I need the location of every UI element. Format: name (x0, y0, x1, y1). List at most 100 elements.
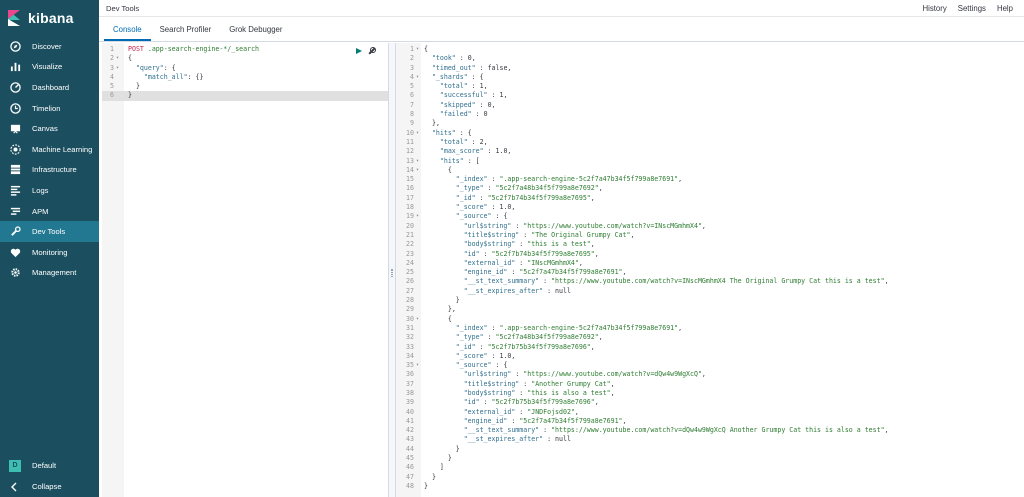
code-line[interactable]: 1 ▾ { (396, 45, 1024, 54)
code-line[interactable]: 40 "external_id" : "JNDFojsd02", (396, 408, 1024, 417)
code-line[interactable]: 6} (102, 91, 388, 101)
code-line[interactable]: 5 "total" : 1, (396, 82, 1024, 91)
code-line[interactable]: 25 "engine_id" : "5c2f7a47b34f5f799a8e76… (396, 268, 1024, 277)
code-line[interactable]: 23 "id" : "5c2f7b74b34f5f799a8e7695", (396, 250, 1024, 259)
code-line[interactable]: 7 "skipped" : 0, (396, 101, 1024, 110)
sidebar-item-machine-learning[interactable]: Machine Learning (0, 139, 99, 160)
fold-toggle-icon[interactable]: ▾ (416, 212, 419, 221)
sidebar-item-visualize[interactable]: Visualize (0, 57, 99, 78)
code-line[interactable]: 1 POST .app-search-engine-*/_search (102, 45, 388, 54)
sidebar-item-timelion[interactable]: Timelion (0, 98, 99, 119)
code-line[interactable]: 4 "match_all": {} (102, 73, 388, 82)
response-viewer[interactable]: 1 ▾{2 "took" : 0, 3 "timed_out" : false, 4 ▾… (396, 43, 1024, 497)
code-line[interactable]: 47 } (396, 473, 1024, 482)
sidebar-item-monitoring[interactable]: Monitoring (0, 242, 99, 263)
code-line[interactable]: 20 "url$string" : "https://www.youtube.c… (396, 222, 1024, 231)
code-line[interactable]: 11 "total" : 2, (396, 138, 1024, 147)
code-line[interactable]: 15 "_index" : ".app-search-engine-5c2f7a… (396, 175, 1024, 184)
code-line[interactable]: 12 "max_score" : 1.0, (396, 147, 1024, 156)
code-line[interactable]: 39 "id" : "5c2f7b75b34f5f799a8e7696", (396, 398, 1024, 407)
line-number: 6 (410, 91, 414, 100)
tab-console[interactable]: Console (104, 25, 151, 41)
fold-toggle-icon[interactable]: ▾ (416, 166, 419, 175)
dashboard-icon (9, 81, 21, 93)
request-editor[interactable]: 1 POST .app-search-engine-*/_search 2 ▾ {3 ▾ … (102, 43, 388, 497)
code-line[interactable]: 9 }, (396, 119, 1024, 128)
code-line[interactable]: 37 "title$string" : "Another Grumpy Cat"… (396, 380, 1024, 389)
tab-search-profiler[interactable]: Search Profiler (151, 25, 221, 41)
code-line[interactable]: 8 "failed" : 0 (396, 110, 1024, 119)
code-line[interactable]: 22 "body$string" : "this is a test", (396, 240, 1024, 249)
fold-toggle-icon[interactable]: ▾ (416, 361, 419, 370)
code-line[interactable]: 33 "_id" : "5c2f7b75b34f5f799a8e7696", (396, 343, 1024, 352)
code-line[interactable]: 3 ▾ "query": { (102, 64, 388, 73)
fold-toggle-icon[interactable]: ▾ (116, 64, 119, 73)
help-link[interactable]: Help (997, 4, 1013, 13)
sidebar-item-discover[interactable]: Discover (0, 36, 99, 57)
sidebar-item-apm[interactable]: APM (0, 201, 99, 222)
sidebar-item-canvas[interactable]: Canvas (0, 118, 99, 139)
code-line[interactable]: 14 ▾ { (396, 166, 1024, 175)
code-line[interactable]: 13 ▾ "hits" : [ (396, 157, 1024, 166)
code-line[interactable]: 4 ▾ "_shards" : { (396, 73, 1024, 82)
code-line[interactable]: 38 "body$string" : "this is also a test"… (396, 389, 1024, 398)
line-number: 44 (406, 444, 414, 453)
code-line[interactable]: 34 "_score" : 1.0, (396, 352, 1024, 361)
line-number: 28 (406, 296, 414, 305)
code-line[interactable]: 41 "engine_id" : "5c2f7a47b34f5f799a8e76… (396, 417, 1024, 426)
code-line[interactable]: 43 "__st_expires_after" : null (396, 435, 1024, 444)
sidebar-item-logs[interactable]: Logs (0, 180, 99, 201)
code-line[interactable]: 30 ▾ { (396, 315, 1024, 324)
code-line[interactable]: 35 ▾ "_source" : { (396, 361, 1024, 370)
code-line[interactable]: 48} (396, 482, 1024, 491)
code-line[interactable]: 6 "successful" : 1, (396, 91, 1024, 100)
tab-grok-debugger[interactable]: Grok Debugger (220, 25, 291, 41)
kibana-logo[interactable]: kibana (0, 0, 99, 36)
settings-link[interactable]: Settings (958, 4, 986, 13)
fold-toggle-icon[interactable]: ▾ (116, 54, 119, 63)
code-line[interactable]: 31 "_index" : ".app-search-engine-5c2f7a… (396, 324, 1024, 333)
wrench-icon[interactable] (368, 47, 376, 55)
code-line[interactable]: 44 } (396, 445, 1024, 454)
code-line[interactable]: 19 ▾ "_source" : { (396, 212, 1024, 221)
line-number: 36 (406, 370, 414, 379)
code-line[interactable]: 18 "_score" : 1.0, (396, 203, 1024, 212)
panel-resizer[interactable] (388, 43, 396, 497)
fold-toggle-icon[interactable]: ▾ (416, 129, 419, 138)
play-icon[interactable] (356, 48, 362, 54)
sidebar-item-management[interactable]: Management (0, 263, 99, 284)
code-line[interactable]: 17 "_id" : "5c2f7b74b34f5f799a8e7695", (396, 194, 1024, 203)
code-line[interactable]: 10 ▾ "hits" : { (396, 129, 1024, 138)
code-line[interactable]: 42 "__st_text_summary" : "https://www.yo… (396, 426, 1024, 435)
request-lines[interactable]: 1 POST .app-search-engine-*/_search 2 ▾ {3 ▾ … (102, 45, 388, 101)
collapse-button[interactable]: Collapse (0, 476, 99, 497)
sidebar-item-dev-tools[interactable]: Dev Tools (0, 221, 99, 242)
code-line[interactable]: 3 "timed_out" : false, (396, 64, 1024, 73)
code-line[interactable]: 5 } (102, 82, 388, 91)
sidebar-item-infrastructure[interactable]: Infrastructure (0, 160, 99, 181)
fold-toggle-icon[interactable]: ▾ (416, 157, 419, 166)
code-line[interactable]: 21 "title$string" : "The Original Grumpy… (396, 231, 1024, 240)
response-lines[interactable]: 1 ▾{2 "took" : 0, 3 "timed_out" : false, 4 ▾… (396, 45, 1024, 491)
code-line[interactable]: 27 "__st_expires_after" : null (396, 287, 1024, 296)
code-line[interactable]: 2 ▾ { (102, 54, 388, 63)
code-line[interactable]: 16 "_type" : "5c2f7a48b34f5f799a8e7692", (396, 184, 1024, 193)
line-number: 40 (406, 407, 414, 416)
code-line[interactable]: 26 "__st_text_summary" : "https://www.yo… (396, 277, 1024, 286)
code-line[interactable]: 28 } (396, 296, 1024, 305)
code-line[interactable]: 36 "url$string" : "https://www.youtube.c… (396, 370, 1024, 379)
fold-toggle-icon[interactable]: ▾ (416, 45, 419, 54)
code-line[interactable]: 45 } (396, 454, 1024, 463)
fold-toggle-icon[interactable]: ▾ (416, 73, 419, 82)
code-line[interactable]: 32 "_type" : "5c2f7a48b34f5f799a8e7692", (396, 333, 1024, 342)
code-line[interactable]: 29 }, (396, 305, 1024, 314)
code-line[interactable]: 24 "external_id" : "INscMGmhmX4", (396, 259, 1024, 268)
line-number: 15 (406, 175, 414, 184)
fold-toggle-icon[interactable]: ▾ (416, 315, 419, 324)
code-text: "external_id" : "JNDFojsd02", (463, 407, 579, 416)
history-link[interactable]: History (923, 4, 947, 13)
space-selector[interactable]: D Default (0, 455, 99, 476)
code-line[interactable]: 46 ] (396, 463, 1024, 472)
code-line[interactable]: 2 "took" : 0, (396, 54, 1024, 63)
sidebar-item-dashboard[interactable]: Dashboard (0, 77, 99, 98)
